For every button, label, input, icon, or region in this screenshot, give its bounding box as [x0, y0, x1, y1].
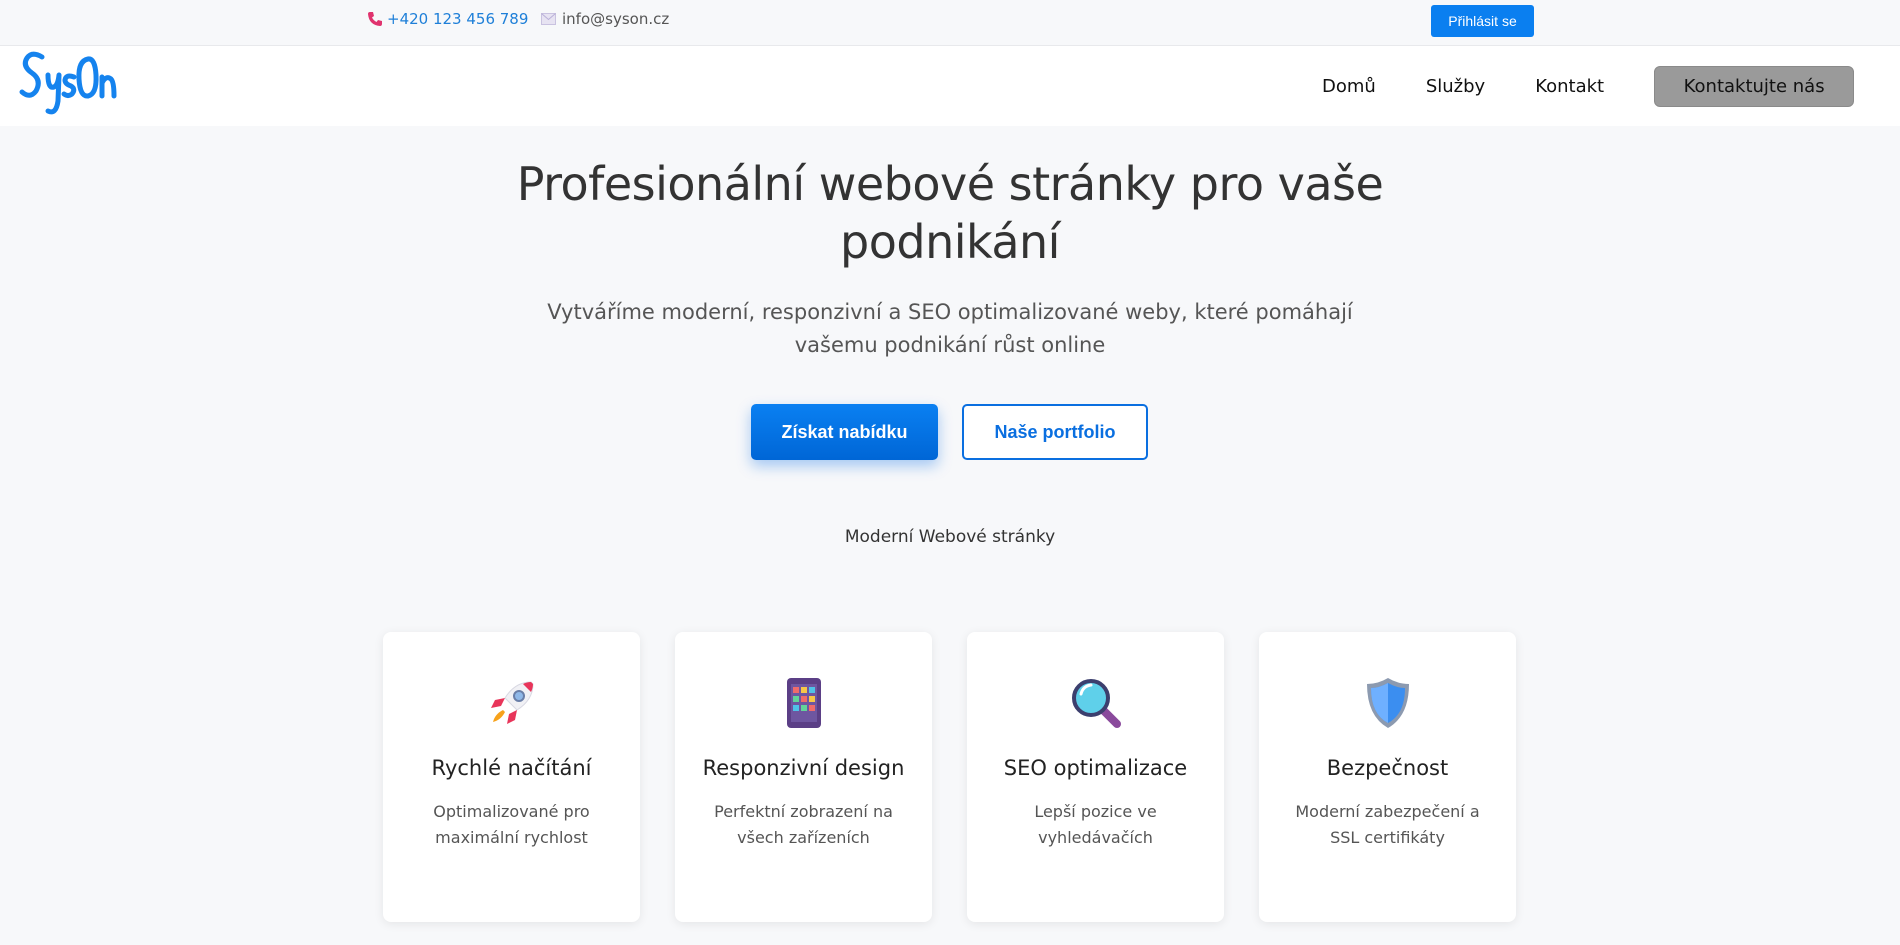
site-header: Domů Služby Kontakt Kontaktujte nás	[0, 46, 1900, 126]
logo[interactable]	[18, 49, 118, 123]
nav-item-services[interactable]: Služby	[1426, 76, 1485, 97]
hero-title: Profesionální webové stránky pro vaše po…	[516, 157, 1384, 269]
feature-text: Perfektní zobrazení na všech zařízeních	[714, 802, 893, 847]
top-contact-bar: +420 123 456 789 info@syson.cz Přihlásit…	[0, 0, 1900, 46]
login-button[interactable]: Přihlásit se	[1431, 5, 1534, 37]
hero-tagline: Moderní Webové stránky	[844, 527, 1056, 547]
feature-title: Rychlé načítání	[431, 756, 592, 780]
feature-text: Moderní zabezpečení a SSL certifikáty	[1295, 802, 1480, 847]
main-nav: Domů Služby Kontakt Kontaktujte nás	[1290, 46, 1855, 126]
feature-card-security: Bezpečnost Moderní zabezpečení a SSL cer…	[1259, 632, 1516, 922]
phone-link[interactable]: +420 123 456 789	[367, 10, 528, 28]
portfolio-button[interactable]: Naše portfolio	[962, 404, 1148, 460]
tablet-icon	[786, 678, 821, 728]
magnifier-icon	[1071, 679, 1121, 728]
get-quote-button[interactable]: Získat nabídku	[751, 404, 938, 460]
hero-subtitle: Vytváříme moderní, responzivní a SEO opt…	[547, 300, 1353, 357]
feature-card-seo: SEO optimalizace Lepší pozice ve vyhledá…	[967, 632, 1224, 922]
phone-number: +420 123 456 789	[387, 10, 529, 28]
nav-item-contact[interactable]: Kontakt	[1535, 76, 1604, 97]
feature-title: SEO optimalizace	[1003, 756, 1188, 780]
contact-us-button[interactable]: Kontaktujte nás	[1654, 65, 1855, 107]
feature-text: Lepší pozice ve vyhledávačích	[1034, 802, 1157, 847]
feature-title: Bezpečnost	[1326, 756, 1449, 780]
email-link[interactable]: info@syson.cz	[541, 10, 669, 28]
nav-item-home[interactable]: Domů	[1322, 76, 1376, 97]
rocket-icon	[490, 681, 534, 724]
feature-text: Optimalizované pro maximální rychlost	[433, 802, 590, 847]
email-address: info@syson.cz	[562, 10, 670, 28]
feature-card-responsive: Responzivní design Perfektní zobrazení n…	[675, 632, 932, 922]
feature-card-speed: Rychlé načítání Optimalizované pro maxim…	[383, 632, 640, 922]
phone-icon	[368, 12, 382, 26]
envelope-icon	[541, 13, 556, 25]
feature-title: Responzivní design	[702, 756, 905, 780]
shield-icon	[1366, 678, 1409, 728]
